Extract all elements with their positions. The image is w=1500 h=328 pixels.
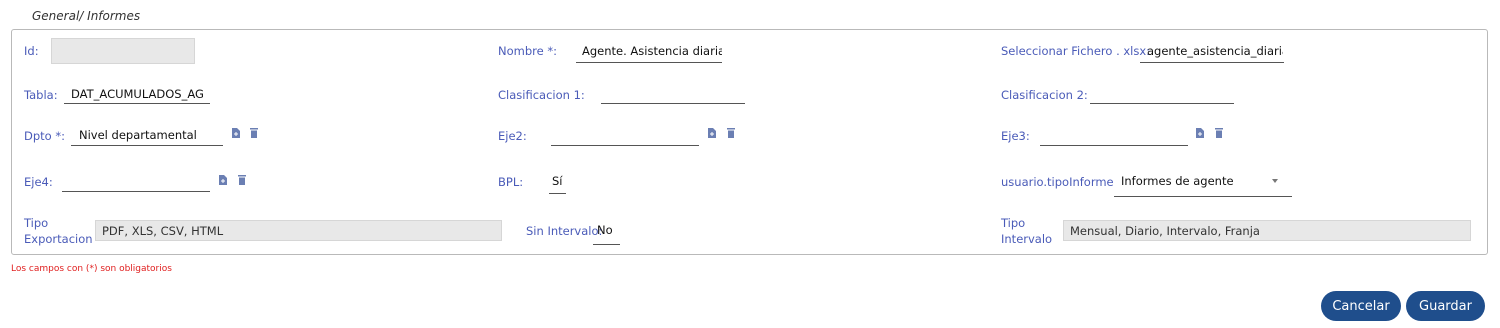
- eje4-underline: [62, 191, 210, 192]
- sin-intervalo-input[interactable]: No: [597, 223, 622, 237]
- dpto-underline: [71, 145, 223, 146]
- clasificacion2-label: Clasificacion 2:: [1001, 88, 1088, 102]
- clasificacion1-underline: [601, 103, 745, 104]
- file-add-icon[interactable]: [708, 128, 716, 138]
- tipo-intervalo-field[interactable]: Mensual, Diario, Intervalo, Franja: [1063, 220, 1471, 241]
- fichero-underline: [1140, 62, 1284, 63]
- file-add-icon[interactable]: [219, 175, 227, 185]
- dpto-input[interactable]: Nivel departamental: [79, 128, 219, 142]
- tabla-underline: [64, 103, 210, 104]
- bpl-underline: [549, 193, 566, 194]
- tipo-exportacion-label-2: Exportacion: [24, 232, 93, 246]
- tipo-exportacion-field[interactable]: PDF, XLS, CSV, HTML: [95, 220, 502, 241]
- trash-icon[interactable]: [1215, 128, 1223, 138]
- id-label: Id:: [24, 44, 39, 58]
- breadcrumb: General/ Informes: [32, 9, 141, 23]
- tipo-informe-label: usuario.tipoInforme: [1001, 175, 1114, 189]
- cancel-button[interactable]: Cancelar: [1321, 291, 1401, 321]
- fichero-label: Seleccionar Fichero . xlsx:: [1001, 44, 1151, 58]
- trash-icon[interactable]: [238, 175, 246, 185]
- file-add-icon[interactable]: [1196, 128, 1204, 138]
- required-fields-note: Los campos con (*) son obligatorios: [11, 264, 172, 274]
- eje3-underline: [1040, 145, 1188, 146]
- nombre-label: Nombre *:: [498, 44, 557, 58]
- dpto-label: Dpto *:: [24, 129, 65, 143]
- tipo-exportacion-label-1: Tipo: [24, 216, 49, 230]
- nombre-input[interactable]: Agente. Asistencia diaria: [582, 44, 722, 58]
- tabla-input[interactable]: DAT_ACUMULADOS_AGEN: [71, 87, 203, 101]
- fichero-input[interactable]: agente_asistencia_diaria: [1147, 44, 1283, 58]
- save-button[interactable]: Guardar: [1406, 291, 1485, 321]
- sin-intervalo-label: Sin Intervalo:: [526, 224, 603, 238]
- tipo-informe-underline: [1114, 196, 1292, 197]
- clasificacion2-underline: [1090, 103, 1234, 104]
- eje2-underline: [551, 145, 699, 146]
- eje4-label: Eje4:: [24, 175, 53, 189]
- tipo-informe-select[interactable]: Informes de agente: [1121, 174, 1261, 188]
- tipo-intervalo-label-2: Intervalo: [1001, 232, 1053, 246]
- trash-icon[interactable]: [727, 128, 735, 138]
- chevron-down-icon[interactable]: [1272, 179, 1278, 183]
- bpl-label: BPL:: [498, 175, 524, 189]
- bpl-input[interactable]: Sí: [552, 174, 572, 188]
- sin-intervalo-underline: [593, 244, 620, 245]
- id-field: [51, 38, 195, 64]
- nombre-underline: [576, 62, 722, 63]
- tipo-intervalo-label-1: Tipo: [1001, 216, 1026, 230]
- clasificacion1-label: Clasificacion 1:: [498, 88, 585, 102]
- tabla-label: Tabla:: [24, 88, 58, 102]
- eje3-label: Eje3:: [1001, 129, 1030, 143]
- file-add-icon[interactable]: [232, 128, 240, 138]
- eje2-label: Eje2:: [498, 129, 527, 143]
- trash-icon[interactable]: [250, 128, 258, 138]
